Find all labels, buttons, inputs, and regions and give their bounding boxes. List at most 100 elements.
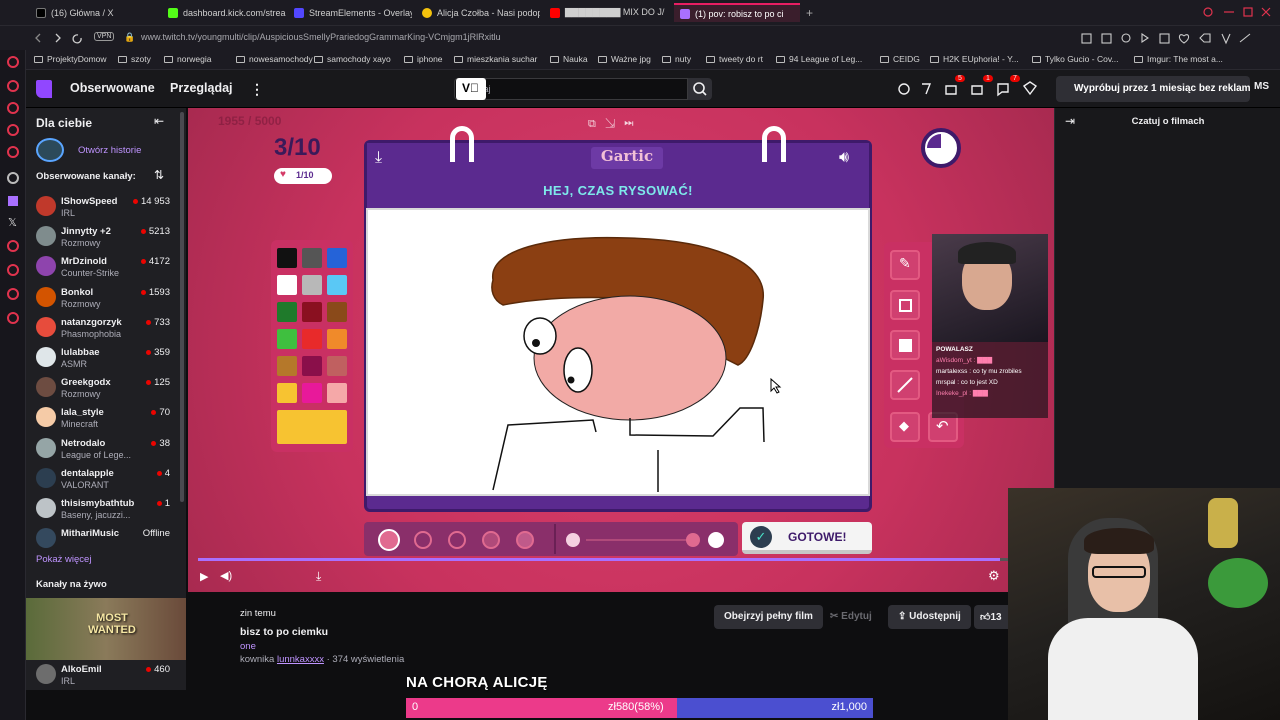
sidebar-icon[interactable] xyxy=(7,146,19,158)
color-swatch[interactable] xyxy=(327,302,347,322)
browser-tab[interactable]: Alicja Czołba - Nasi podop xyxy=(416,3,540,22)
bookmark-item[interactable]: ProjektyDomow xyxy=(34,54,107,64)
search-input[interactable]: kaj xyxy=(454,78,688,100)
list-item[interactable]: Netrodalo League of Lege... 38 xyxy=(26,434,186,464)
sidebar-icon[interactable] xyxy=(7,240,19,252)
browser-tab[interactable]: ▇▇▇▇▇▇▇▇ MIX DO J/ xyxy=(544,3,672,22)
sidebar-icon[interactable] xyxy=(7,56,19,68)
list-item[interactable]: lulabbae ASMR 359 xyxy=(26,343,186,373)
opacity-slider[interactable] xyxy=(586,539,696,541)
pencil-icon[interactable]: ✎ xyxy=(890,250,920,280)
bookmark-item[interactable]: Nauka xyxy=(550,54,588,64)
edit-button[interactable]: ✂ Edytuj xyxy=(820,605,882,629)
color-swatch[interactable] xyxy=(277,356,297,376)
search-button[interactable] xyxy=(688,78,712,100)
size-option[interactable] xyxy=(516,531,534,549)
color-swatch[interactable] xyxy=(327,248,347,268)
list-item[interactable]: dentalapple VALORANT 4 xyxy=(26,464,186,494)
bookmark-item[interactable]: CEIDG xyxy=(880,54,920,64)
url-field[interactable]: www.twitch.tv/youngmulti/clip/Auspicious… xyxy=(141,32,501,42)
list-item[interactable]: Jinnytty +2 Rozmowy 5213 xyxy=(26,222,186,252)
share-button[interactable]: ⇪ Udostępnij xyxy=(888,605,971,629)
chatgpt-icon[interactable] xyxy=(7,172,19,184)
collapse-icon[interactable]: ⇤ xyxy=(154,114,164,128)
new-tab-button[interactable]: + xyxy=(800,3,816,22)
color-swatch[interactable] xyxy=(302,302,322,322)
watch-full-button[interactable]: Obejrzyj pełny film xyxy=(714,605,823,629)
stories-avatar[interactable] xyxy=(36,138,64,162)
bookmark-item[interactable]: tweety do rt xyxy=(706,54,763,64)
sidebar-icon[interactable] xyxy=(7,288,19,300)
color-swatch[interactable] xyxy=(327,275,347,295)
vidiq-icon[interactable]: V⃞ xyxy=(456,78,486,100)
list-item[interactable]: Bonkol Rozmowy 1593 xyxy=(26,283,186,313)
sidebar-icon[interactable] xyxy=(7,264,19,276)
settings-icon[interactable] xyxy=(7,312,19,324)
list-item[interactable]: natanzgorzyk Phasmophobia 733 xyxy=(26,313,186,343)
size-option[interactable] xyxy=(414,531,432,549)
bookmark-item[interactable]: szoty xyxy=(118,54,151,64)
clipper-link[interactable]: lunnkaxxxx xyxy=(277,654,324,665)
nav-arrows-icon[interactable] xyxy=(34,32,90,44)
bookmark-item[interactable]: Imgur: The most a... xyxy=(1134,54,1223,64)
color-swatch[interactable] xyxy=(302,383,322,403)
color-swatch[interactable] xyxy=(302,275,322,295)
list-item[interactable]: MithariMusic Offline xyxy=(26,524,186,554)
twitch-icon[interactable] xyxy=(8,196,18,206)
open-stories-link[interactable]: Otwórz historie xyxy=(78,145,141,156)
bookmark-item[interactable]: Ważne jpg xyxy=(598,54,651,64)
volume-icon[interactable]: ◀) xyxy=(220,569,232,582)
play-icon[interactable]: ▶ xyxy=(200,570,208,583)
color-swatch[interactable] xyxy=(277,329,297,349)
list-item[interactable]: thisismybathtub Baseny, jacuzzi... 1 xyxy=(26,494,186,524)
browser-toolbar-icons[interactable] xyxy=(1080,32,1270,45)
color-swatch[interactable] xyxy=(277,302,297,322)
color-swatch[interactable] xyxy=(327,383,347,403)
browser-tab[interactable]: dashboard.kick.com/strea xyxy=(162,3,286,22)
nav-following[interactable]: Obserwowane xyxy=(70,81,155,95)
list-item[interactable]: MrDzinold Counter-Strike 4172 xyxy=(26,252,186,282)
sidebar-icon[interactable] xyxy=(7,80,19,92)
color-swatch[interactable] xyxy=(277,248,297,268)
fill-bucket-icon[interactable]: ◆ xyxy=(890,412,920,442)
nav-browse[interactable]: Przeglądaj xyxy=(170,81,233,95)
settings-gear-icon[interactable]: ⚙ xyxy=(988,568,1000,584)
download-icon[interactable]: ⤓ xyxy=(316,569,321,584)
opacity-handle[interactable] xyxy=(686,533,700,547)
bookmark-item[interactable]: nuty xyxy=(662,54,691,64)
vpn-badge[interactable]: VPN xyxy=(94,32,115,41)
list-item[interactable]: Greekgodx Rozmowy 125 xyxy=(26,373,186,403)
filled-rectangle-icon[interactable] xyxy=(890,330,920,360)
bookmark-item[interactable]: H2K EUphoria! - Y... xyxy=(930,54,1019,64)
color-swatch[interactable] xyxy=(302,356,322,376)
bookmark-item[interactable]: samochody xayo xyxy=(314,54,391,64)
browser-tab[interactable]: (16) Główna / X xyxy=(30,3,160,22)
color-swatch[interactable] xyxy=(327,356,347,376)
size-option[interactable] xyxy=(482,531,500,549)
done-button[interactable]: ✓ GOTOWE! xyxy=(742,522,872,554)
color-swatch[interactable] xyxy=(277,275,297,295)
list-item[interactable]: AlkoEmil IRL 460 xyxy=(26,660,186,690)
clip-toolbar-icons[interactable]: ⧉ ⇲ ⏭ xyxy=(588,118,634,131)
show-more-link[interactable]: Pokaż więcej xyxy=(36,554,91,565)
x-icon[interactable]: 𝕏 xyxy=(8,216,17,229)
bookmark-item[interactable]: 94 League of Leg... xyxy=(776,54,862,64)
size-option-selected[interactable] xyxy=(378,529,400,551)
bookmark-item[interactable]: Tylko Gucio - Cov... xyxy=(1032,54,1119,64)
more-menu-icon[interactable]: ⋮ xyxy=(250,81,264,98)
rectangle-icon[interactable] xyxy=(890,290,920,320)
browser-tab-active[interactable]: (1) pov: robisz to po ci xyxy=(674,3,800,22)
color-swatch[interactable] xyxy=(302,248,322,268)
like-button[interactable]: 👍︎13 xyxy=(974,605,1010,629)
download-icon[interactable]: ⤓ xyxy=(375,149,382,167)
sidebar-icon[interactable] xyxy=(7,102,19,114)
bookmark-item[interactable]: iphone xyxy=(404,54,443,64)
bookmark-item[interactable]: nowesamochody xyxy=(236,54,313,64)
color-swatch[interactable] xyxy=(302,329,322,349)
browser-tab[interactable]: StreamElements - Overlay xyxy=(288,3,412,22)
user-avatar[interactable]: MS xyxy=(1254,81,1269,92)
speaker-icon[interactable]: 🔊︎ xyxy=(839,149,849,167)
drawing-canvas[interactable] xyxy=(366,208,870,496)
clip-category[interactable]: one xyxy=(240,641,256,652)
list-item[interactable]: lala_style Minecraft 70 xyxy=(26,403,186,433)
